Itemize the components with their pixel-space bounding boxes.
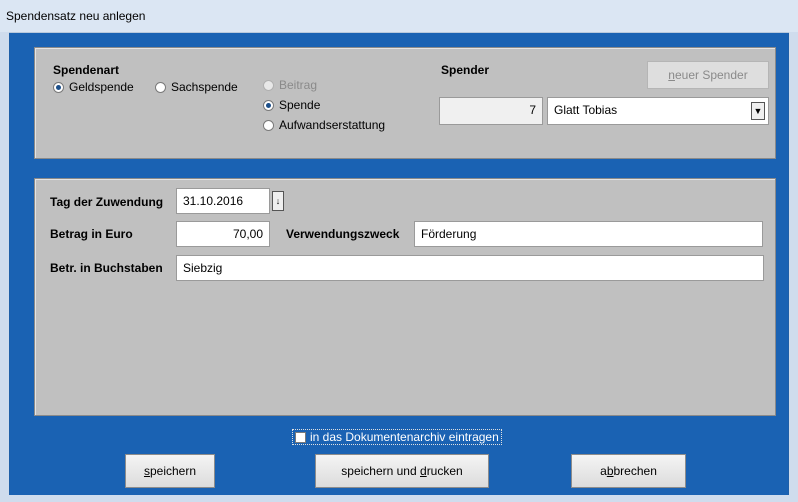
donor-id-field[interactable]: 7 <box>439 97 543 125</box>
save-button[interactable]: s peichern <box>125 454 215 488</box>
date-field[interactable]: 31.10.2016 <box>176 188 270 214</box>
archive-checkbox[interactable]: in das Dokumentenarchiv eintragen <box>292 429 502 445</box>
radio-spende[interactable]: Spende <box>263 98 320 112</box>
new-donor-button[interactable]: n euer Spender <box>647 61 769 89</box>
cancel-label-a: a <box>600 464 607 478</box>
save-and-print-button[interactable]: speichern und d rucken <box>315 454 489 488</box>
date-label: Tag der Zuwendung <box>50 195 164 209</box>
dialog-client-area: Spendenart Geldspende Sachspende Beitrag… <box>10 33 788 495</box>
archive-checkbox-label: in das Dokumentenarchiv eintragen <box>310 430 499 444</box>
donor-type-panel: Spendenart Geldspende Sachspende Beitrag… <box>34 47 776 159</box>
save-print-label-b: rucken <box>426 464 463 478</box>
radio-geldspende-label: Geldspende <box>69 80 134 94</box>
cancel-mnemonic: b <box>606 464 614 478</box>
radio-dot-icon <box>263 99 274 111</box>
save-label: peichern <box>149 464 197 478</box>
radio-geldspende[interactable]: Geldspende <box>53 80 134 94</box>
window-frame-bottom <box>0 495 798 502</box>
amount-words-label: Betr. in Buchstaben <box>50 261 163 275</box>
save-print-mnemonic: d <box>420 464 427 478</box>
donation-details-panel: Tag der Zuwendung 31.10.2016 ↓ Betrag in… <box>34 178 776 416</box>
amount-label: Betrag in Euro <box>50 227 133 241</box>
purpose-field[interactable]: Förderung <box>414 221 763 247</box>
radio-dot-icon <box>263 119 274 131</box>
donor-name-value: Glatt Tobias <box>554 103 618 117</box>
radio-dot-icon <box>155 81 166 93</box>
donor-name-select[interactable]: Glatt Tobias <box>547 97 769 125</box>
radio-dot-icon <box>263 79 274 91</box>
purpose-label: Verwendungszweck <box>286 227 400 241</box>
radio-sachspende[interactable]: Sachspende <box>155 80 238 94</box>
amount-field[interactable]: 70,00 <box>176 221 270 247</box>
spender-heading: Spender <box>441 63 490 77</box>
radio-beitrag: Beitrag <box>263 78 317 92</box>
radio-spende-label: Spende <box>279 98 321 112</box>
new-donor-mnemonic: n <box>668 68 675 82</box>
checkbox-box-icon <box>295 431 306 443</box>
date-picker-icon[interactable]: ↓ <box>272 191 284 211</box>
new-donor-label: euer Spender <box>674 68 748 82</box>
radio-sachspende-label: Sachspende <box>171 80 238 94</box>
cancel-label-b: brechen <box>613 464 657 478</box>
amount-words-field[interactable]: Siebzig <box>176 255 764 281</box>
radio-aufwand-label: Aufwandserstattung <box>279 118 386 132</box>
window-title: Spendensatz neu anlegen <box>6 9 146 23</box>
save-print-label-a: speichern und <box>341 464 420 478</box>
spendenart-heading: Spendenart <box>53 63 120 77</box>
radio-beitrag-label: Beitrag <box>279 78 318 92</box>
radio-dot-icon <box>53 81 64 93</box>
cancel-button[interactable]: a b brechen <box>571 454 686 488</box>
title-bar: Spendensatz neu anlegen <box>0 0 798 33</box>
chevron-down-icon[interactable]: ▼ <box>751 102 765 120</box>
window-frame-left <box>0 32 9 502</box>
window-frame-right <box>789 32 798 502</box>
radio-aufwandserstattung[interactable]: Aufwandserstattung <box>263 118 385 132</box>
